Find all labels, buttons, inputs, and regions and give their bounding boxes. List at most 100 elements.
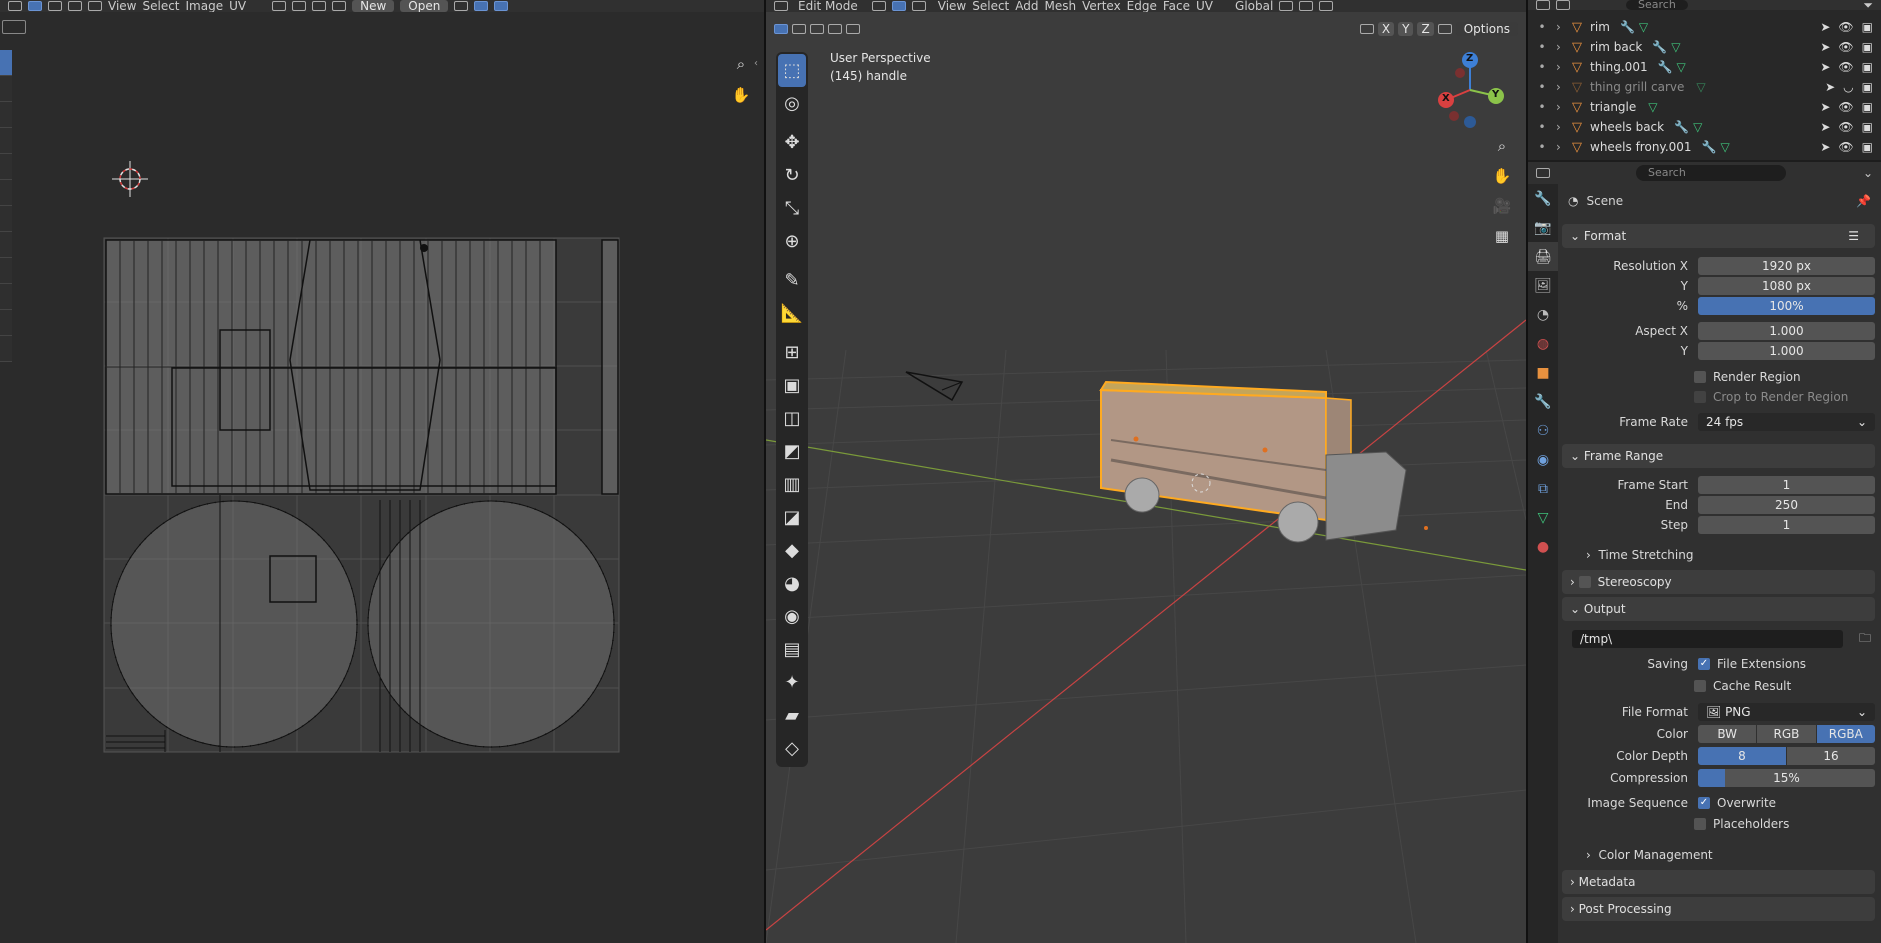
vp-menu-add[interactable]: Add xyxy=(1015,0,1038,12)
presets-icon[interactable]: ☰ xyxy=(1848,229,1859,243)
outliner-row[interactable]: • › ▽ triangle ▽ ➤ 👁 ▣ xyxy=(1528,97,1881,117)
select-box-extend-icon[interactable] xyxy=(792,24,806,34)
outliner-row[interactable]: • › ▽ wheels back 🔧 ▽ ➤ 👁 ▣ xyxy=(1528,117,1881,137)
vp-menu-select[interactable]: Select xyxy=(972,0,1009,12)
file-format-dropdown[interactable]: 🖼 PNG ⌄ xyxy=(1698,703,1875,721)
orientation-dropdown[interactable]: Global xyxy=(1235,0,1273,12)
visibility-eye-icon[interactable]: 👁 xyxy=(1838,100,1853,114)
frame-start-field[interactable]: 1 xyxy=(1698,476,1875,494)
bevel-icon[interactable]: ◩ xyxy=(778,435,806,468)
selectable-icon[interactable]: ➤ xyxy=(1820,120,1830,134)
outliner-display-icon[interactable] xyxy=(1556,0,1570,10)
color-rgb-button[interactable]: RGB xyxy=(1757,725,1816,743)
properties-search-input[interactable]: Search xyxy=(1636,165,1786,181)
lock-y-button[interactable]: Y xyxy=(1398,22,1414,36)
3d-viewport[interactable]: Edit Mode View Select Add Mesh Vertex Ed… xyxy=(766,0,1526,943)
expand-arrow-icon[interactable]: › xyxy=(1556,40,1572,54)
select-box-invert-icon[interactable] xyxy=(846,24,860,34)
format-panel-header[interactable]: ⌄ Format ☰ xyxy=(1562,224,1875,248)
selectable-icon[interactable]: ➤ xyxy=(1820,60,1830,74)
render-tab-icon[interactable]: 📷 xyxy=(1528,213,1558,242)
constraints-tab-icon[interactable]: ⧉ xyxy=(1528,474,1558,503)
frame-range-panel-header[interactable]: ⌄ Frame Range xyxy=(1562,444,1875,468)
mesh-data-icon[interactable]: ▽ xyxy=(1677,60,1686,74)
shrink-fatten-icon[interactable]: ✦ xyxy=(778,666,806,699)
vp-menu-face[interactable]: Face xyxy=(1163,0,1190,12)
color-bw-button[interactable]: BW xyxy=(1698,725,1757,743)
file-extensions-checkbox[interactable]: ✓ File Extensions xyxy=(1698,657,1875,671)
vp-menu-edge[interactable]: Edge xyxy=(1127,0,1157,12)
depth-8-button[interactable]: 8 xyxy=(1698,747,1786,765)
render-camera-icon[interactable]: ▣ xyxy=(1862,140,1873,154)
vp-menu-vertex[interactable]: Vertex xyxy=(1082,0,1121,12)
vp-ortho-icon[interactable]: ▦ xyxy=(1489,223,1515,249)
outliner-search-input[interactable]: Search xyxy=(1626,0,1688,10)
expand-arrow-icon[interactable]: › xyxy=(1556,20,1572,34)
vp-menu-mesh[interactable]: Mesh xyxy=(1045,0,1077,12)
rip-region-icon[interactable]: ◇ xyxy=(778,732,806,765)
resolution-percent-field[interactable]: 100% xyxy=(1698,297,1875,315)
metadata-panel-header[interactable]: › Metadata xyxy=(1562,870,1875,894)
modifier-icon[interactable]: 🔧 xyxy=(1702,140,1717,154)
object-tab-icon[interactable]: ■ xyxy=(1528,358,1558,387)
render-camera-icon[interactable]: ▣ xyxy=(1862,100,1873,114)
visibility-eye-icon[interactable]: 👁 xyxy=(1838,140,1853,154)
transform-icon[interactable]: ⊕ xyxy=(778,225,806,258)
modifier-icon[interactable]: 🔧 xyxy=(1620,20,1635,34)
expand-arrow-icon[interactable]: › xyxy=(1556,80,1572,94)
auto-merge-icon[interactable] xyxy=(1437,24,1452,34)
edge-slide-icon[interactable]: ▤ xyxy=(778,633,806,666)
loop-cut-icon[interactable]: ▥ xyxy=(778,468,806,501)
vp-pan-icon[interactable]: ✋ xyxy=(1489,163,1515,189)
data-tab-icon[interactable]: ▽ xyxy=(1528,503,1558,532)
properties-dropdown-icon[interactable]: ⌄ xyxy=(1863,166,1873,180)
render-region-checkbox[interactable]: Render Region xyxy=(1694,367,1801,387)
selectable-icon[interactable]: ➤ xyxy=(1820,140,1830,154)
render-camera-icon[interactable]: ▣ xyxy=(1862,20,1873,34)
mirror-icon[interactable] xyxy=(1359,24,1374,34)
select-box-subtract-icon[interactable] xyxy=(810,24,824,34)
expand-arrow-icon[interactable]: › xyxy=(1556,120,1572,134)
lock-x-button[interactable]: X xyxy=(1377,22,1395,36)
edge-select-icon[interactable] xyxy=(891,1,906,11)
poly-build-icon[interactable]: ◆ xyxy=(778,534,806,567)
rotate-icon[interactable]: ↻ xyxy=(778,159,806,192)
compression-slider[interactable]: 15% xyxy=(1698,769,1875,787)
vp-camera-icon[interactable]: 🎥 xyxy=(1489,193,1515,219)
cursor-icon[interactable]: ◎ xyxy=(778,87,806,120)
placeholders-checkbox[interactable]: Placeholders xyxy=(1694,814,1789,834)
stereoscopy-checkbox[interactable] xyxy=(1578,576,1591,588)
color-rgba-button[interactable]: RGBA xyxy=(1816,725,1875,743)
vp-zoom-icon[interactable]: ⌕ xyxy=(1489,133,1515,159)
aspect-y-field[interactable]: 1.000 xyxy=(1698,342,1875,360)
spin-icon[interactable]: ◕ xyxy=(778,567,806,600)
resolution-y-field[interactable]: 1080 px xyxy=(1698,277,1875,295)
snap-toggle-icon[interactable] xyxy=(1299,1,1314,11)
mesh-data-icon[interactable]: ▽ xyxy=(1693,120,1702,134)
post-processing-panel-header[interactable]: › Post Processing xyxy=(1562,897,1875,921)
particles-tab-icon[interactable]: ⚇ xyxy=(1528,416,1558,445)
selectable-icon[interactable]: ➤ xyxy=(1820,20,1830,34)
render-camera-icon[interactable]: ▣ xyxy=(1862,120,1873,134)
output-path-field[interactable]: /tmp\ xyxy=(1572,630,1843,648)
outliner-editor-icon[interactable] xyxy=(1536,0,1550,10)
measure-icon[interactable]: 📐 xyxy=(778,297,806,330)
folder-icon[interactable]: 🗀 xyxy=(1859,629,1871,650)
crop-checkbox[interactable]: Crop to Render Region xyxy=(1694,387,1848,407)
visibility-hidden-icon[interactable]: ◡ xyxy=(1843,80,1853,94)
visibility-eye-icon[interactable]: 👁 xyxy=(1838,60,1853,74)
shear-icon[interactable]: ▰ xyxy=(778,699,806,732)
view-layer-tab-icon[interactable]: 🖼 xyxy=(1528,271,1558,300)
outliner-row[interactable]: • › ▽ thing grill carve ▽ ➤ ◡ ▣ xyxy=(1528,77,1881,97)
move-icon[interactable]: ✥ xyxy=(778,126,806,159)
face-select-icon[interactable] xyxy=(911,1,926,11)
depth-16-button[interactable]: 16 xyxy=(1787,747,1875,765)
vertex-select-icon[interactable] xyxy=(871,1,886,11)
modifier-icon[interactable]: 🔧 xyxy=(1658,60,1673,74)
knife-icon[interactable]: ◪ xyxy=(778,501,806,534)
expand-arrow-icon[interactable]: › xyxy=(1556,140,1572,154)
render-camera-icon[interactable]: ▣ xyxy=(1862,60,1873,74)
annotate-icon[interactable]: ✎ xyxy=(778,264,806,297)
frame-rate-dropdown[interactable]: 24 fps ⌄ xyxy=(1698,413,1875,431)
smooth-icon[interactable]: ◉ xyxy=(778,600,806,633)
